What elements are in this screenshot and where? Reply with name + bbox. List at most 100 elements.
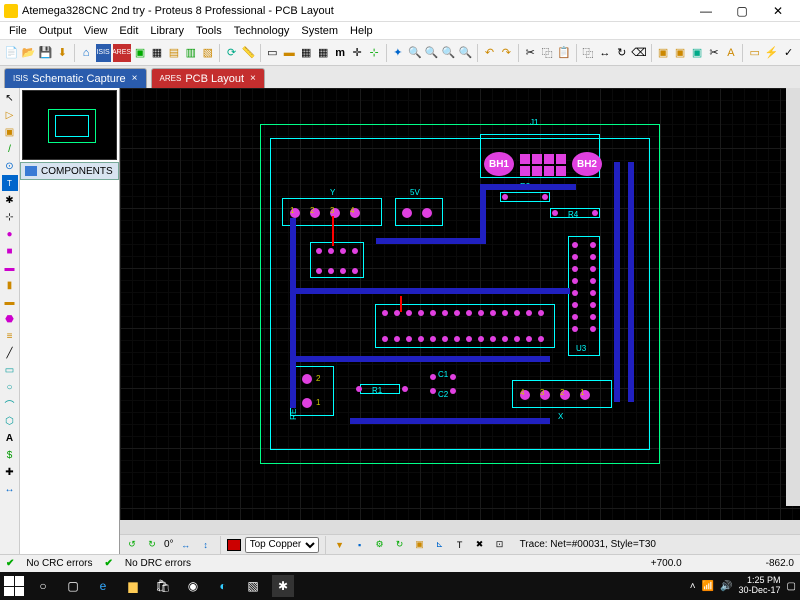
tab-pcb[interactable]: ARES PCB Layout × (151, 68, 265, 88)
package-tool[interactable]: ▣ (2, 124, 18, 140)
flip-h-button[interactable]: ↔ (178, 537, 194, 553)
proteus-taskbar-icon[interactable]: ✱ (272, 575, 294, 597)
tab-schematic[interactable]: ISIS Schematic Capture × (4, 68, 147, 88)
square-pad-tool[interactable]: ■ (2, 243, 18, 259)
round-pad-tool[interactable]: ● (2, 226, 18, 242)
trace-style-button[interactable]: ✖ (472, 537, 488, 553)
metric-button[interactable]: m (333, 44, 348, 62)
reroute-button[interactable]: ↻ (392, 537, 408, 553)
pick-button[interactable]: ▣ (656, 44, 671, 62)
selection-tool[interactable]: ↖ (2, 90, 18, 106)
trace-angle-button[interactable]: ⊾ (432, 537, 448, 553)
box-tool[interactable]: ▭ (2, 362, 18, 378)
connectivity-tool[interactable]: ⊹ (2, 209, 18, 225)
app-icon-1[interactable]: ▧ (242, 575, 264, 597)
zoom-out-button[interactable]: 🔍 (424, 44, 439, 62)
filter-button[interactable]: ▼ (332, 537, 348, 553)
autoroute-button[interactable]: ⚡ (764, 44, 779, 62)
zoom-in-button[interactable]: 🔍 (407, 44, 422, 62)
tab-schematic-close[interactable]: × (132, 73, 138, 84)
menu-edit[interactable]: Edit (114, 25, 143, 37)
edge-icon[interactable]: e (92, 575, 114, 597)
component-tool[interactable]: ▷ (2, 107, 18, 123)
smt-pad-tool[interactable]: ▬ (2, 294, 18, 310)
autoname-button[interactable]: A (723, 44, 738, 62)
components-list[interactable] (20, 180, 119, 554)
volume-icon[interactable]: 🔊 (720, 581, 732, 592)
package-button[interactable]: ▣ (690, 44, 705, 62)
ruler-button[interactable]: 📏 (241, 44, 256, 62)
3d-button[interactable]: ▣ (133, 44, 148, 62)
path-tool[interactable]: ⬡ (2, 413, 18, 429)
marker-tool[interactable]: ✚ (2, 464, 18, 480)
overview-thumbnail[interactable] (22, 90, 117, 160)
block-move-button[interactable]: ↔ (597, 44, 612, 62)
doc-button[interactable]: ▥ (183, 44, 198, 62)
close-button[interactable]: ✕ (760, 1, 796, 21)
drc-button[interactable]: ▣ (412, 537, 428, 553)
undo-button[interactable]: ↶ (482, 44, 497, 62)
bittorrent-icon[interactable]: ◐ (212, 575, 234, 597)
home-button[interactable]: ⌂ (79, 44, 94, 62)
clock[interactable]: 1:25 PM 30-Dec-17 (739, 576, 781, 596)
flip-v-button[interactable]: ↕ (198, 537, 214, 553)
zone-tool[interactable]: T (2, 175, 18, 191)
horizontal-scrollbar[interactable] (120, 520, 800, 534)
autoroute-button-2[interactable]: ⚙ (372, 537, 388, 553)
cut-button[interactable]: ✂ (523, 44, 538, 62)
netlist-button[interactable]: ▭ (747, 44, 762, 62)
explorer-icon[interactable]: ▆ (122, 575, 144, 597)
layer-selector[interactable]: Top Copper (245, 537, 319, 553)
menu-library[interactable]: Library (145, 25, 189, 37)
make-button[interactable]: ▣ (673, 44, 688, 62)
pcb-canvas[interactable]: J1 BH1 BH2 Y 1 2 3 4 5V (120, 88, 800, 520)
import-button[interactable]: ⬇ (55, 44, 70, 62)
start-button[interactable] (4, 576, 24, 596)
block-copy-button[interactable]: ⿻ (580, 44, 595, 62)
save-button[interactable]: 💾 (38, 44, 53, 62)
menu-file[interactable]: File (4, 25, 32, 37)
block-button[interactable]: ▭ (265, 44, 280, 62)
rotate-ccw-button[interactable]: ↺ (124, 537, 140, 553)
dimension-tool[interactable]: ↔ (2, 481, 18, 497)
redo-button[interactable]: ↷ (499, 44, 514, 62)
padstack-tool[interactable]: ≡ (2, 328, 18, 344)
isis-button[interactable]: ISIS (96, 44, 111, 62)
explorer-button[interactable]: ▧ (200, 44, 215, 62)
menu-output[interactable]: Output (34, 25, 77, 37)
toggle-layer-button[interactable]: ▪ (352, 537, 368, 553)
edge-pad-tool[interactable]: ▮ (2, 277, 18, 293)
auto-via-button[interactable]: ⊡ (492, 537, 508, 553)
paste-button[interactable]: 📋 (557, 44, 572, 62)
zoom-area-button[interactable]: 🔍 (458, 44, 473, 62)
new-button[interactable]: 📄 (4, 44, 19, 62)
vertical-scrollbar[interactable] (786, 88, 800, 506)
open-button[interactable]: 📂 (21, 44, 36, 62)
track-tool[interactable]: / (2, 141, 18, 157)
center-button[interactable]: ✦ (390, 44, 405, 62)
task-view-button[interactable]: ▢ (62, 575, 84, 597)
wifi-icon[interactable]: 📶 (702, 581, 714, 592)
dil-pad-tool[interactable]: ▬ (2, 260, 18, 276)
ares-button[interactable]: ARES (113, 44, 131, 62)
symbol-tool[interactable]: $ (2, 447, 18, 463)
maximize-button[interactable]: ▢ (724, 1, 760, 21)
notifications-icon[interactable]: ▢ (787, 581, 796, 592)
line-tool[interactable]: ╱ (2, 345, 18, 361)
copy-button[interactable]: ⿻ (540, 44, 555, 62)
connectivity-button[interactable]: ✓ (781, 44, 796, 62)
snap-button[interactable]: ▦ (316, 44, 331, 62)
grid-button[interactable]: ▦ (299, 44, 314, 62)
zoom-all-button[interactable]: 🔍 (441, 44, 456, 62)
poly-pad-tool[interactable]: ⬣ (2, 311, 18, 327)
rotate-cw-button[interactable]: ↻ (144, 537, 160, 553)
menu-technology[interactable]: Technology (229, 25, 295, 37)
text-tool[interactable]: A (2, 430, 18, 446)
block-delete-button[interactable]: ⌫ (631, 44, 647, 62)
ratsnest-tool[interactable]: ✱ (2, 192, 18, 208)
components-header[interactable]: COMPONENTS (20, 162, 119, 180)
arc-tool[interactable]: ⌒ (2, 396, 18, 412)
chrome-icon[interactable]: ◉ (182, 575, 204, 597)
menu-system[interactable]: System (296, 25, 343, 37)
cortana-button[interactable]: ○ (32, 575, 54, 597)
